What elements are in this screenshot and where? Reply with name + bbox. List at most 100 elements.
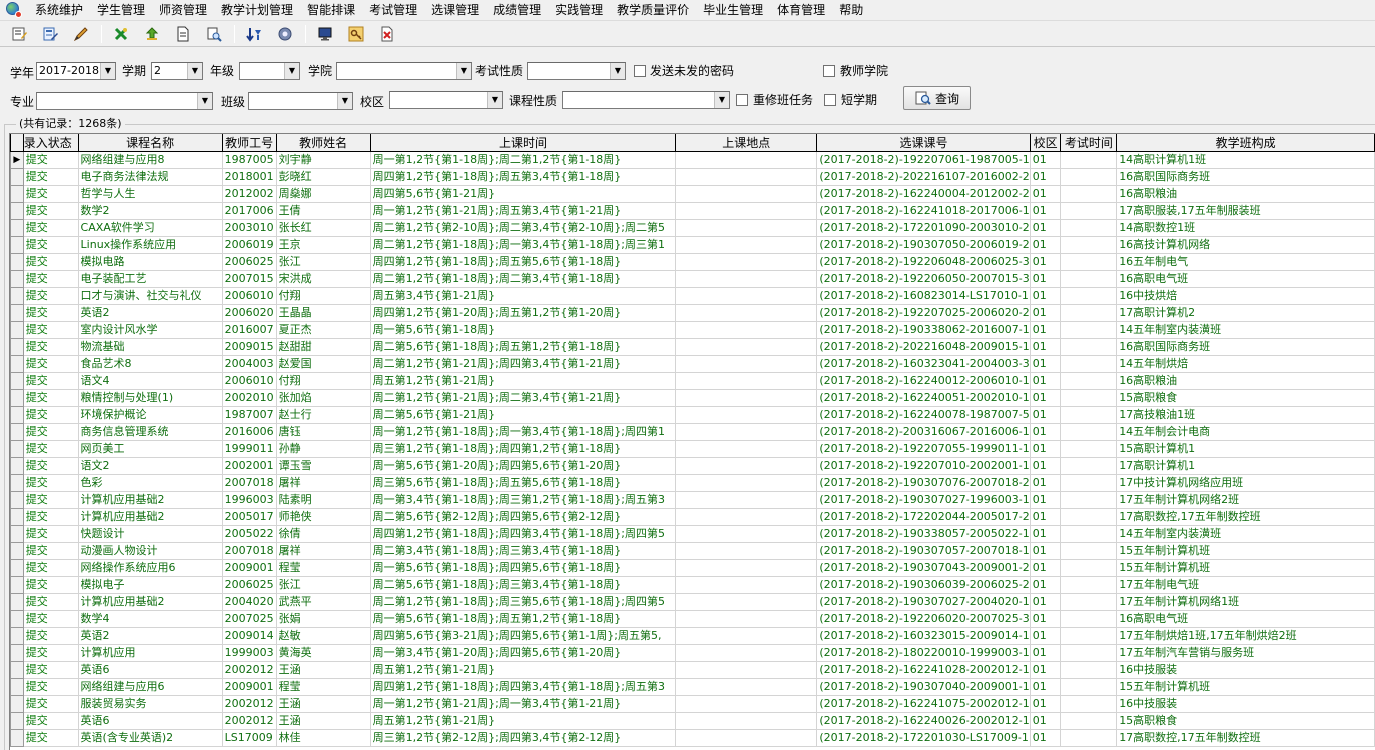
table-cell[interactable]: 师艳侠	[275, 508, 371, 526]
zhuanye-select[interactable]: ▼	[36, 92, 213, 110]
table-cell[interactable]: Linux操作系统应用	[77, 236, 223, 254]
table-cell[interactable]	[1060, 338, 1118, 356]
table-cell[interactable]: 周一第1,2节{第1-18周};周一第3,4节{第1-18周};周四第1	[369, 423, 677, 441]
table-cell[interactable]: (2017-2018-2)-162241018-2017006-1	[816, 202, 1031, 220]
table-cell[interactable]	[675, 304, 818, 322]
row-indicator[interactable]	[10, 202, 24, 220]
table-cell[interactable]: 周二第1,2节{第1-21周};周四第3,4节{第1-21周}	[369, 355, 677, 373]
table-cell[interactable]: (2017-2018-2)-190307027-1996003-1	[816, 491, 1031, 509]
table-cell[interactable]	[1060, 219, 1118, 237]
table-cell[interactable]: 01	[1029, 474, 1062, 492]
table-cell[interactable]: 14五年制室内装潢班	[1116, 525, 1375, 543]
table-cell[interactable]: 周二第1,2节{第1-18周};周二第3,4节{第1-18周}	[369, 270, 677, 288]
table-cell[interactable]: 提交	[22, 593, 79, 611]
row-indicator[interactable]	[10, 304, 24, 322]
page-icon[interactable]	[172, 23, 194, 45]
table-row[interactable]: 提交 语文2 2002001 谭玉雪 周一第5,6节{第1-20周};周四第5,6节{第…	[10, 457, 1375, 475]
table-cell[interactable]	[675, 712, 818, 730]
table-cell[interactable]: 动漫画人物设计	[77, 542, 223, 560]
table-cell[interactable]: 01	[1029, 695, 1062, 713]
table-cell[interactable]: (2017-2018-2)-180220010-1999003-1	[816, 644, 1031, 662]
table-row[interactable]: 提交 粮情控制与处理(1) 2002010 张加焰 周二第1,2节{第1-21周};周二…	[10, 389, 1375, 407]
table-cell[interactable]: 模拟电路	[77, 253, 223, 271]
table-cell[interactable]: 刘宇静	[275, 151, 371, 169]
row-indicator[interactable]	[10, 355, 24, 373]
table-cell[interactable]: 01	[1029, 644, 1062, 662]
table-row[interactable]: 提交 动漫画人物设计 2007018 屠祥 周二第3,4节{第1-18周};周三第3,4…	[10, 542, 1375, 560]
course-table[interactable]: 录入状态 课程名称 教师工号 教师姓名 上课时间 上课地点 选课课号 校区 考试时间 教学班构成 …	[9, 133, 1375, 750]
table-cell[interactable]	[1060, 321, 1118, 339]
table-row[interactable]: 提交 数学2 2017006 王倩 周一第1,2节{第1-21周};周五第3,4节{第1…	[10, 202, 1375, 220]
table-cell[interactable]: 提交	[22, 729, 79, 747]
table-cell[interactable]	[1060, 406, 1118, 424]
table-cell[interactable]: 01	[1029, 304, 1062, 322]
table-cell[interactable]: 唐钰	[275, 423, 371, 441]
table-cell[interactable]	[1060, 678, 1118, 696]
table-cell[interactable]: 16高技计算机网络	[1116, 236, 1375, 254]
table-cell[interactable]: (2017-2018-2)-190307043-2009001-2	[816, 559, 1031, 577]
row-indicator[interactable]	[10, 678, 24, 696]
table-cell[interactable]: 提交	[22, 474, 79, 492]
table-cell[interactable]: (2017-2018-2)-190307050-2006019-2	[816, 236, 1031, 254]
table-cell[interactable]: 程莹	[275, 559, 371, 577]
table-cell[interactable]: 提交	[22, 559, 79, 577]
table-cell[interactable]: 2007018	[221, 474, 277, 492]
table-cell[interactable]: 17五年制电气班	[1116, 576, 1375, 594]
chevron-down-icon[interactable]: ▼	[714, 92, 729, 108]
table-row[interactable]: 提交 语文4 2006010 付翔 周五第1,2节{第1-21周} (2017-2018-…	[10, 372, 1375, 390]
table-cell[interactable]: 周四第1,2节{第1-20周};周五第1,2节{第1-20周}	[369, 304, 677, 322]
table-cell[interactable]: 张江	[275, 576, 371, 594]
table-cell[interactable]: 宋洪成	[275, 270, 371, 288]
table-cell[interactable]	[675, 610, 818, 628]
table-cell[interactable]: 周一第5,6节{第1-18周}	[369, 321, 677, 339]
column-header[interactable]: 教学班构成	[1116, 134, 1375, 152]
table-cell[interactable]: 16高职电气班	[1116, 270, 1375, 288]
table-cell[interactable]: 14五年制会计电商	[1116, 423, 1375, 441]
table-cell[interactable]: 17高职计算机1	[1116, 457, 1375, 475]
table-row[interactable]: 提交 色彩 2007018 屠祥 周三第5,6节{第1-18周};周五第5,6节{第1-…	[10, 474, 1375, 492]
menu-item[interactable]: 选课管理	[424, 0, 486, 21]
table-cell[interactable]: (2017-2018-2)-162240078-1987007-5	[816, 406, 1031, 424]
table-cell[interactable]	[1060, 355, 1118, 373]
table-cell[interactable]: 01	[1029, 389, 1062, 407]
table-cell[interactable]: 提交	[22, 440, 79, 458]
table-cell[interactable]: 英语(含专业英语)2	[77, 729, 223, 747]
table-cell[interactable]: 林佳	[275, 729, 371, 747]
table-cell[interactable]: 01	[1029, 338, 1062, 356]
table-cell[interactable]: (2017-2018-2)-202216107-2016002-2	[816, 168, 1031, 186]
table-cell[interactable]: 16高职国际商务班	[1116, 168, 1375, 186]
table-cell[interactable]: (2017-2018-2)-192206048-2006025-3	[816, 253, 1031, 271]
table-cell[interactable]: 2006010	[221, 287, 277, 305]
send-password-checkbox[interactable]	[634, 65, 646, 77]
table-cell[interactable]: 哲学与人生	[77, 185, 223, 203]
row-indicator[interactable]	[10, 695, 24, 713]
table-cell[interactable]: 周四第1,2节{第1-18周};周五第5,6节{第1-18周}	[369, 253, 677, 271]
table-cell[interactable]: 16五年制电气	[1116, 253, 1375, 271]
table-cell[interactable]: 计算机应用基础2	[77, 508, 223, 526]
settings-gear-icon[interactable]	[274, 23, 296, 45]
table-cell[interactable]: 14五年制烘焙	[1116, 355, 1375, 373]
table-cell[interactable]: 周三第5,6节{第1-18周};周五第5,6节{第1-18周}	[369, 474, 677, 492]
table-cell[interactable]	[675, 491, 818, 509]
table-cell[interactable]: 提交	[22, 644, 79, 662]
table-cell[interactable]	[675, 151, 818, 169]
table-cell[interactable]: 周一第5,6节{第1-20周};周四第5,6节{第1-20周}	[369, 457, 677, 475]
table-cell[interactable]: 数学2	[77, 202, 223, 220]
table-cell[interactable]: 01	[1029, 406, 1062, 424]
table-cell[interactable]: 网络操作系统应用6	[77, 559, 223, 577]
chevron-down-icon[interactable]: ▼	[456, 63, 471, 79]
table-row[interactable]: 提交 电子装配工艺 2007015 宋洪成 周二第1,2节{第1-18周};周二第3,4…	[10, 270, 1375, 288]
table-cell[interactable]	[1060, 287, 1118, 305]
row-indicator[interactable]	[10, 457, 24, 475]
table-cell[interactable]: 17五年制汽车营销与服务班	[1116, 644, 1375, 662]
table-row[interactable]: 提交 服装贸易实务 2002012 王涵 周一第1,2节{第1-21周};周一第3,4节…	[10, 695, 1375, 713]
xuenian-select[interactable]: 2017-2018 ▼	[36, 62, 116, 80]
table-cell[interactable]: 周二第1,2节{第1-18周};周三第5,6节{第1-18周};周四第5	[369, 593, 677, 611]
table-cell[interactable]: 提交	[22, 695, 79, 713]
table-cell[interactable]: 谭玉雪	[275, 457, 371, 475]
table-cell[interactable]: 提交	[22, 542, 79, 560]
table-cell[interactable]	[1060, 695, 1118, 713]
table-cell[interactable]	[675, 321, 818, 339]
chevron-down-icon[interactable]: ▼	[100, 63, 115, 79]
table-cell[interactable]: 付翔	[275, 372, 371, 390]
